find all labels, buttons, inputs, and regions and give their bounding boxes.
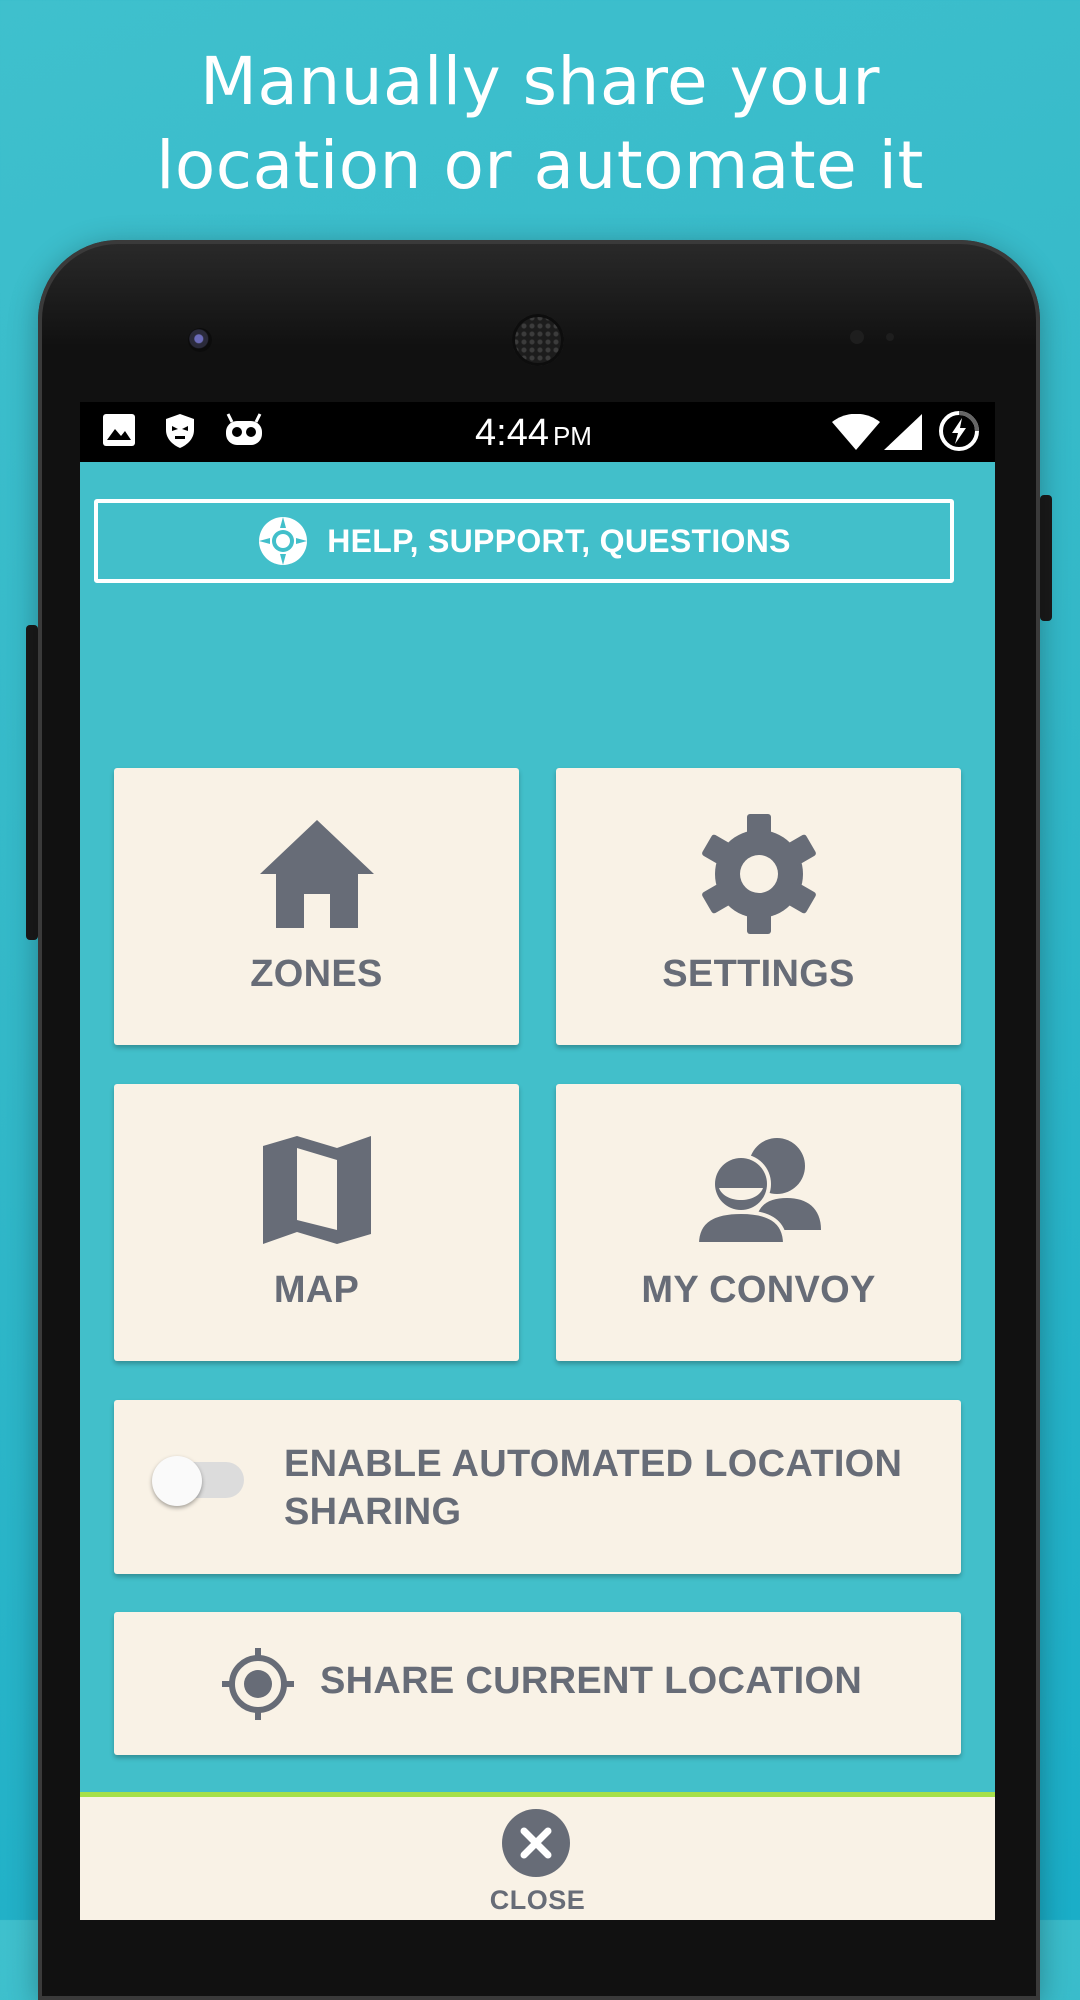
promo-headline: Manually share your location or automate… (0, 40, 1080, 208)
phone-side-button-right (1040, 495, 1052, 621)
home-icon (259, 820, 374, 928)
status-bar: 4:44 PM (80, 402, 995, 462)
zones-label: ZONES (250, 953, 383, 995)
map-icon (262, 1136, 371, 1244)
settings-tile[interactable]: SETTINGS (556, 768, 961, 1045)
my-convoy-tile[interactable]: MY CONVOY (556, 1084, 961, 1361)
wifi-icon (832, 414, 880, 450)
my-convoy-label: MY CONVOY (641, 1269, 876, 1311)
settings-label: SETTINGS (662, 953, 855, 995)
automated-sharing-label-line-2: SHARING (284, 1491, 462, 1533)
help-support-button[interactable]: HELP, SUPPORT, QUESTIONS (94, 499, 954, 583)
zones-tile[interactable]: ZONES (114, 768, 519, 1045)
people-icon (694, 1138, 821, 1246)
proximity-sensor (850, 330, 864, 344)
status-time-ampm: PM (552, 421, 592, 451)
promo-line-2: location or automate it (156, 127, 924, 204)
shield-icon (166, 414, 194, 448)
image-icon (103, 414, 135, 446)
close-button[interactable]: CLOSE (80, 1797, 995, 1920)
bottom-bar: CLOSE (80, 1792, 995, 1920)
automated-sharing-label: ENABLE AUTOMATED LOCATION SHARING (284, 1440, 924, 1536)
status-time: 4:44 PM (475, 412, 592, 455)
share-current-location-label: SHARE CURRENT LOCATION (320, 1660, 863, 1702)
close-icon (502, 1809, 570, 1877)
map-tile[interactable]: MAP (114, 1084, 519, 1361)
status-time-value: 4:44 (475, 412, 549, 454)
earpiece-speaker (512, 314, 564, 366)
signal-icon (884, 414, 922, 450)
light-sensor (886, 333, 894, 341)
automated-sharing-toggle-knob[interactable] (152, 1456, 202, 1506)
robot-icon (226, 413, 262, 445)
gear-icon (701, 814, 816, 934)
automated-sharing-row[interactable]: ENABLE AUTOMATED LOCATION SHARING (114, 1400, 961, 1574)
front-camera (188, 328, 212, 352)
crosshair-icon (222, 1648, 294, 1720)
help-support-label: HELP, SUPPORT, QUESTIONS (327, 522, 791, 559)
battery-charging-icon (939, 411, 979, 451)
share-current-location-button[interactable]: SHARE CURRENT LOCATION (114, 1612, 961, 1755)
app-screen: 4:44 PM HELP, SUPPORT, QUESTIONS ZONES S… (80, 402, 995, 1920)
close-label: CLOSE (489, 1885, 586, 1915)
automated-sharing-label-line-1: ENABLE AUTOMATED LOCATION (284, 1443, 903, 1485)
phone-side-button-left (26, 625, 38, 940)
lifebuoy-icon (259, 517, 308, 565)
map-label: MAP (273, 1269, 360, 1311)
promo-line-1: Manually share your (199, 43, 881, 120)
